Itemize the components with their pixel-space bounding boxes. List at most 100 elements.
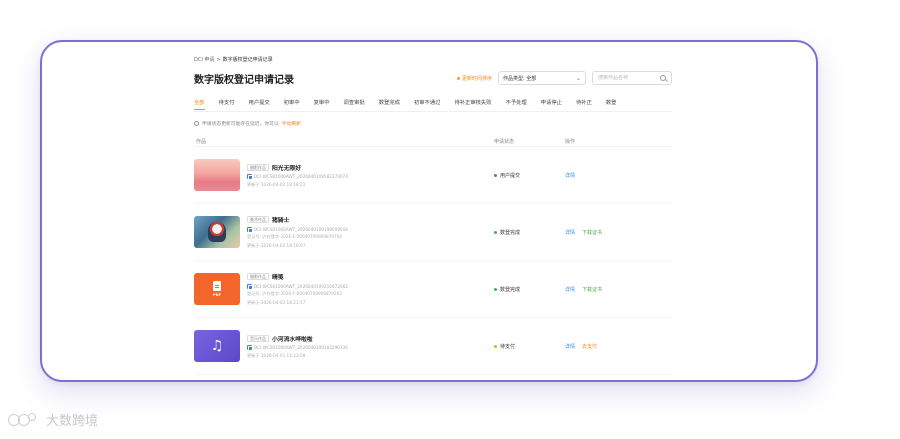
table-row: 美术作品 猪骑士 DCI:WCS01000AWT_202604010919800… — [194, 204, 672, 261]
search-icon[interactable] — [660, 75, 666, 81]
page-header: 数字版权登记申请记录 更新时间排序 作品类型: 全部 ⌄ — [194, 70, 672, 86]
manual-refresh-link[interactable]: 手动刷新 — [282, 120, 301, 127]
work-thumbnail[interactable]: ♫ — [194, 330, 240, 362]
registration-number: 登记号: 沪作登字-2026-F-00040709909879704 — [247, 234, 342, 240]
updated-time: 更新于 2026-04-02 18:18:07 — [247, 242, 306, 248]
breadcrumb-root[interactable]: DCI 申请 — [194, 56, 214, 64]
tab-pending-correction[interactable]: 待补正 — [569, 98, 599, 111]
dci-id: DCI:WCS01000AWT_2026040109582279074 — [254, 174, 348, 179]
tab-registration-complete[interactable]: 数登完成 — [372, 98, 407, 111]
watermark: 大数跨境 — [8, 410, 98, 429]
table-row: PDF 摄影作品 晴笺 DCI:WCS01000AWT_202604010921… — [194, 261, 672, 318]
row-actions: 详情 下载证书 — [565, 286, 665, 293]
status-text: 数登完成 — [500, 286, 521, 293]
tab-initial-rejected[interactable]: 初审不通过 — [407, 98, 448, 111]
work-name: 晴笺 — [272, 275, 284, 282]
work-type-tag: 摄影作品 — [247, 273, 269, 281]
work-title-line: 美术作品 猪骑士 — [247, 215, 348, 224]
tab-correction-failed[interactable]: 待补正审核失败 — [447, 98, 498, 111]
work-cell: ♫ 音乐作品 小河流水哗啦啦 DCI:WCS01000AWT_202604010… — [194, 330, 494, 362]
app-window: DCI 申请 > 数字版权登记申请记录 数字版权登记申请记录 更新时间排序 作品… — [40, 40, 818, 382]
status-dot — [494, 344, 497, 348]
chevron-down-icon: ⌄ — [575, 74, 581, 82]
tab-registration[interactable]: 数登 — [599, 98, 624, 111]
work-meta: 美术作品 猪骑士 DCI:WCS01000AWT_202604010919800… — [247, 215, 348, 249]
id-badge-icon — [247, 174, 253, 180]
details-link[interactable]: 详情 — [565, 229, 575, 236]
main-content: DCI 申请 > 数字版权登记申请记录 数字版权登记申请记录 更新时间排序 作品… — [194, 56, 672, 380]
work-meta: 摄影作品 晴笺 DCI:WCS01000AWT_2026040109216972… — [247, 272, 348, 306]
page-title: 数字版权登记申请记录 — [194, 74, 294, 86]
download-certificate-link[interactable]: 下载证书 — [582, 229, 602, 236]
dci-id: DCI:WCS01000AWT_2026040109216972082 — [254, 283, 348, 289]
updated-time: 更新于 2026-04-02 18:18:21 — [247, 181, 306, 187]
watermark-logo-icon — [8, 412, 42, 427]
dci-id-line: DCI:WCS01000AWT_2026040109216972082 — [247, 283, 348, 290]
tab-investigation[interactable]: 调查审批 — [337, 98, 372, 111]
work-title-line: 音乐作品 小河流水哗啦啦 — [247, 334, 348, 343]
work-cell: PDF 摄影作品 晴笺 DCI:WCS01000AWT_202604010921… — [194, 272, 494, 306]
status-badge: 用户提交 — [494, 172, 565, 179]
work-type-select[interactable]: 作品类型: 全部 ⌄ — [498, 71, 586, 85]
tab-application-stopped[interactable]: 申请停止 — [534, 98, 569, 111]
status-dot — [494, 287, 497, 291]
details-link[interactable]: 详情 — [565, 172, 575, 179]
search-input[interactable] — [598, 75, 658, 81]
toolbar: 更新时间排序 作品类型: 全部 ⌄ — [456, 71, 672, 85]
tab-not-processed[interactable]: 不予处理 — [499, 98, 534, 111]
tab-initial-review[interactable]: 初审中 — [277, 98, 307, 111]
status-badge: 数登完成 — [494, 286, 565, 293]
table-row: ♫ 音乐作品 小河流水哗啦啦 DCI:WCS01000AWT_202604010… — [194, 318, 672, 375]
row-actions: 详情 去支付 — [565, 343, 665, 350]
work-thumbnail[interactable] — [194, 216, 240, 248]
tab-pending-payment[interactable]: 待支付 — [212, 98, 242, 111]
sort-by-update-time-button[interactable]: 更新时间排序 — [456, 75, 492, 82]
status-tabs: 全部 待支付 用户提交 初审中 复审中 调查审批 数登完成 初审不通过 待补正审… — [194, 98, 672, 112]
sort-icon — [456, 76, 460, 80]
work-name: 小河流水哗啦啦 — [272, 336, 313, 343]
status-badge: 待支付 — [494, 343, 565, 350]
status-dot — [494, 230, 497, 234]
work-name: 猪骑士 — [272, 218, 290, 225]
action-cell: 详情 — [565, 172, 665, 179]
tab-user-submitted[interactable]: 用户提交 — [242, 98, 277, 111]
action-cell: 详情 下载证书 — [565, 286, 665, 293]
id-badge-icon — [247, 345, 253, 351]
status-cell: 待支付 — [494, 343, 565, 350]
column-header-work: 作品 — [196, 139, 207, 145]
details-link[interactable]: 详情 — [565, 343, 575, 350]
updated-time: 更新于 2026-04-02 18:21:57 — [247, 299, 306, 305]
tab-second-review[interactable]: 复审中 — [307, 98, 337, 111]
work-thumbnail[interactable]: PDF — [194, 273, 240, 305]
status-text: 用户提交 — [500, 172, 521, 179]
download-certificate-link[interactable]: 下载证书 — [582, 286, 602, 293]
id-badge-icon — [247, 283, 253, 290]
registration-number: 登记号: 沪作登字-2026-F-00040709909879263 — [247, 291, 342, 297]
table-row: 摄影作品 阳光无限好 DCI:WCS01000AWT_2026040109582… — [194, 147, 672, 204]
breadcrumb-separator: > — [216, 57, 221, 63]
pay-now-link[interactable]: 去支付 — [582, 343, 597, 350]
status-text: 数登完成 — [500, 229, 521, 236]
work-type-tag: 美术作品 — [247, 216, 269, 224]
details-link[interactable]: 详情 — [565, 286, 575, 293]
dci-id-line: DCI:WCS01000AWT_2026040109198009544 — [247, 226, 348, 233]
column-header-status: 申请状态 — [494, 139, 515, 145]
action-cell: 详情 去支付 — [565, 343, 665, 350]
stage: DCI 申请 > 数字版权登记申请记录 数字版权登记申请记录 更新时间排序 作品… — [0, 0, 900, 439]
dci-id-line: DCI:WCS01000AWT_2026040109183290336 — [247, 345, 348, 351]
work-title-line: 摄影作品 晴笺 — [247, 272, 348, 281]
work-meta: 摄影作品 阳光无限好 DCI:WCS01000AWT_2026040109582… — [247, 163, 348, 188]
row-actions: 详情 下载证书 — [565, 229, 665, 236]
status-cell: 数登完成 — [494, 286, 565, 293]
column-header-action: 操作 — [565, 139, 576, 145]
status-text: 待支付 — [500, 343, 516, 350]
status-cell: 用户提交 — [494, 172, 565, 179]
tab-all[interactable]: 全部 — [194, 98, 212, 111]
work-thumbnail[interactable] — [194, 159, 240, 191]
pdf-file-icon — [213, 281, 221, 291]
status-dot — [494, 173, 497, 177]
artwork-figure — [208, 222, 226, 242]
watermark-text: 大数跨境 — [46, 414, 99, 429]
search-box[interactable] — [592, 71, 672, 85]
sort-label: 更新时间排序 — [461, 75, 492, 82]
